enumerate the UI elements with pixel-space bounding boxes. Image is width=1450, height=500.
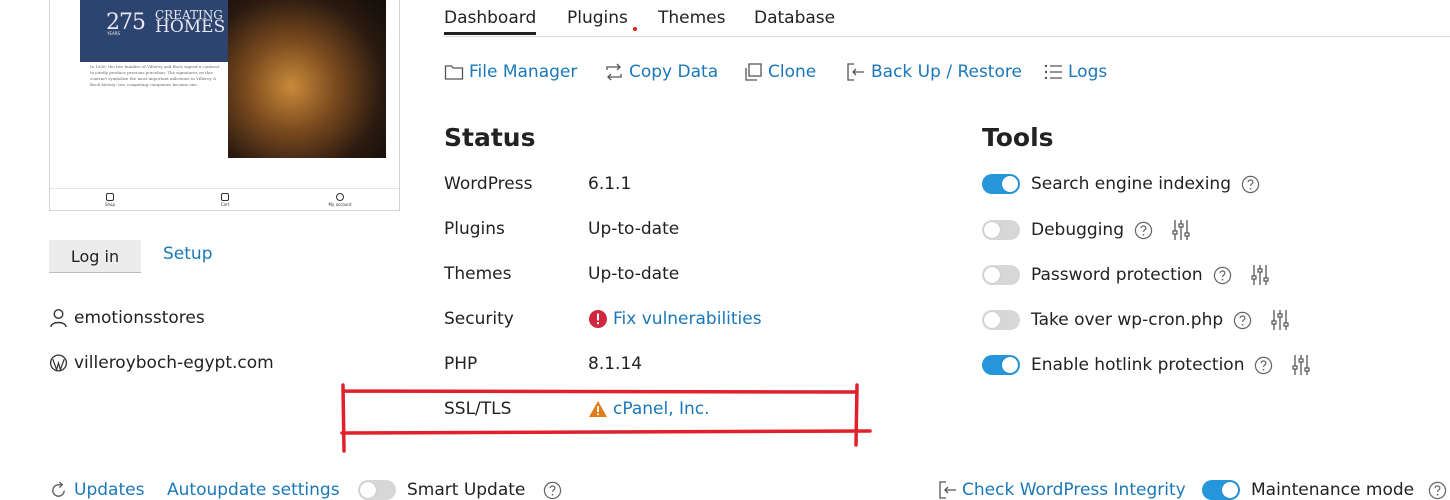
user-icon [50, 308, 67, 328]
status-label-wordpress: WordPress [444, 174, 533, 194]
account-icon [336, 193, 344, 201]
site-user-name: emotionsstores [74, 308, 205, 328]
tab-plugins[interactable]: Plugins [567, 8, 628, 28]
backup-restore-button[interactable]: Back Up / Restore [846, 62, 1022, 82]
sync-icon [606, 63, 622, 81]
preview-account: My account [320, 193, 360, 207]
clone-icon [745, 63, 762, 81]
copy-data-button[interactable]: Copy Data [604, 62, 718, 82]
status-label-security: Security [444, 309, 514, 329]
tool-label: Debugging [1031, 220, 1124, 240]
settings-sliders-icon[interactable] [1291, 354, 1311, 376]
updates-button[interactable]: Updates [49, 480, 144, 500]
preview-cart: Cart [205, 193, 245, 207]
preview-banner: 275 YEARS CREATING HOMES [80, 0, 243, 62]
hotlink-protection-toggle[interactable] [982, 355, 1020, 375]
login-button[interactable]: Log in [49, 240, 141, 273]
site-preview-thumbnail[interactable]: 275 YEARS CREATING HOMES In 1836, the tw… [49, 0, 400, 211]
status-value-wordpress: 6.1.1 [588, 174, 632, 194]
help-icon[interactable] [1241, 175, 1260, 194]
settings-sliders-icon[interactable] [1270, 309, 1290, 331]
help-icon[interactable] [1254, 356, 1273, 375]
tool-label: Search engine indexing [1031, 174, 1231, 194]
check-integrity-button[interactable]: Check WordPress Integrity [938, 480, 1186, 500]
status-value-ssl[interactable]: cPanel, Inc. [588, 399, 710, 419]
debugging-toggle[interactable] [982, 220, 1020, 240]
status-label-ssl: SSL/TLS [444, 399, 512, 419]
status-label-plugins: Plugins [444, 219, 505, 239]
tool-hotlink-protection: Enable hotlink protection [982, 354, 1311, 376]
warning-icon [589, 401, 607, 417]
tab-themes[interactable]: Themes [658, 8, 726, 28]
status-value-security[interactable]: Fix vulnerabilities [588, 309, 762, 329]
status-value-php: 8.1.14 [588, 354, 643, 374]
shop-icon [106, 193, 114, 201]
plugins-notification-dot [633, 27, 637, 31]
settings-sliders-icon[interactable] [1171, 219, 1191, 241]
wp-cron-toggle[interactable] [982, 310, 1020, 330]
error-icon [589, 310, 607, 328]
clone-button[interactable]: Clone [743, 62, 816, 82]
help-icon[interactable] [1213, 266, 1232, 285]
banner-text: CREATING HOMES [155, 8, 226, 37]
site-domain-name: villeroyboch-egypt.com [74, 353, 274, 373]
help-icon[interactable] [1233, 311, 1252, 330]
tool-label: Password protection [1031, 265, 1203, 285]
maintenance-mode: Maintenance mode [1202, 480, 1447, 500]
autoupdate-settings-link[interactable]: Autoupdate settings [167, 480, 340, 500]
preview-photo [228, 0, 386, 158]
tools-heading: Tools [982, 123, 1054, 152]
tool-debugging: Debugging [982, 219, 1191, 241]
tool-label: Take over wp-cron.php [1031, 310, 1224, 330]
tool-label: Enable hotlink protection [1031, 355, 1245, 375]
site-user: emotionsstores [49, 308, 205, 328]
preview-body-text: In 1836, the two families of Villeroy an… [90, 64, 220, 87]
status-value-themes: Up-to-date [588, 264, 680, 284]
ssl-issuer-link[interactable]: cPanel, Inc. [613, 399, 710, 419]
folder-icon [444, 65, 464, 80]
status-value-plugins: Up-to-date [588, 219, 680, 239]
search-engine-indexing-toggle[interactable] [982, 174, 1020, 194]
preview-footer: Shop Cart My account [50, 188, 399, 210]
smart-update-toggle[interactable] [358, 480, 396, 500]
status-label-themes: Themes [444, 264, 512, 284]
preview-shop: Shop [90, 193, 130, 207]
tool-wp-cron: Take over wp-cron.php [982, 309, 1290, 331]
setup-link[interactable]: Setup [163, 244, 212, 264]
tab-bar: Dashboard Plugins Themes Database [444, 0, 1450, 37]
wordpress-icon [49, 354, 68, 372]
tool-search-engine-indexing: Search engine indexing [982, 174, 1260, 194]
logs-button[interactable]: Logs [1043, 62, 1107, 82]
site-domain[interactable]: villeroyboch-egypt.com [49, 353, 274, 373]
cart-icon [221, 193, 229, 201]
status-label-php: PHP [444, 354, 478, 374]
help-icon[interactable] [1134, 221, 1153, 240]
backup-icon [847, 63, 864, 81]
tab-database[interactable]: Database [754, 8, 835, 28]
tool-password-protection: Password protection [982, 264, 1270, 286]
fix-vulnerabilities-link[interactable]: Fix vulnerabilities [613, 309, 762, 329]
banner-years: YEARS [107, 31, 121, 36]
maintenance-mode-toggle[interactable] [1202, 480, 1240, 500]
smart-update: Smart Update [358, 480, 562, 500]
backup-icon [939, 481, 956, 499]
settings-sliders-icon[interactable] [1250, 264, 1270, 286]
status-heading: Status [444, 123, 536, 152]
tab-dashboard[interactable]: Dashboard [444, 8, 537, 35]
file-manager-button[interactable]: File Manager [444, 62, 577, 82]
list-icon [1044, 64, 1062, 80]
password-protection-toggle[interactable] [982, 265, 1020, 285]
